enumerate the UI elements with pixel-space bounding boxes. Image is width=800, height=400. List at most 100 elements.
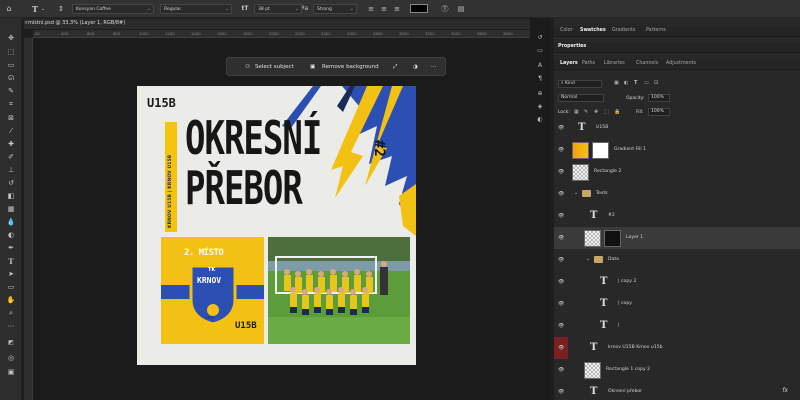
screen-mode-icon[interactable]: ▣ <box>5 368 17 377</box>
text-orientation-icon[interactable]: ↕ <box>56 4 66 14</box>
pen-tool-icon[interactable]: ✒ <box>5 244 17 253</box>
layer-row[interactable]: 👁 Layer 1 <box>554 227 800 250</box>
foreground-background-icon[interactable]: ◩ <box>5 338 17 347</box>
layer-row[interactable]: 👁 Gradient Fill 1 <box>554 139 800 162</box>
layer-filter-select[interactable]: ⌕ Kind <box>558 80 602 88</box>
home-icon[interactable]: ⌂ <box>4 4 14 14</box>
layer-row[interactable]: 👁 ⌄ Data <box>554 249 800 272</box>
hand-tool-icon[interactable]: ✋ <box>5 296 17 305</box>
filter-type-icon[interactable]: T <box>634 80 637 86</box>
clone-stamp-tool-icon[interactable]: ⊥ <box>5 166 17 175</box>
comments-icon[interactable]: ▭ <box>533 47 547 56</box>
eye-icon[interactable]: 👁 <box>558 125 564 131</box>
more-options-icon[interactable]: ⋯ <box>431 63 437 72</box>
anti-alias-select[interactable]: Strong ⌄ <box>313 4 357 14</box>
eye-icon[interactable]: 👁 <box>558 213 564 219</box>
filter-pixel-icon[interactable]: ▣ <box>614 80 619 86</box>
font-family-select[interactable]: Konsyan Coffee ⌄ <box>72 4 154 14</box>
lock-transparency-icon[interactable]: ▦ <box>574 109 579 115</box>
dodge-tool-icon[interactable]: ◐ <box>5 231 17 240</box>
tab-libraries[interactable]: Libraries <box>604 61 625 66</box>
layer-row[interactable]: 👁 Rectangle 2 <box>554 161 800 184</box>
history-icon[interactable]: ↺ <box>533 34 547 43</box>
artboard-tool-icon[interactable]: ⬚ <box>5 48 17 57</box>
opacity-field[interactable]: 100% <box>648 94 670 102</box>
tab-gradients[interactable]: Gradients <box>612 28 635 33</box>
select-subject-icon[interactable]: ⚇ <box>245 63 250 72</box>
select-subject-button[interactable]: Select subject <box>255 63 294 72</box>
zoom-tool-icon[interactable]: ⌕ <box>5 309 17 318</box>
eye-icon[interactable]: 👁 <box>558 279 564 285</box>
group-expand-icon[interactable]: ⌄ <box>574 190 578 196</box>
eye-icon[interactable]: 👁 <box>558 301 564 307</box>
shape-tool-icon[interactable]: ▭ <box>5 283 17 292</box>
character-icon[interactable]: A <box>533 62 547 71</box>
eye-icon[interactable]: 👁 <box>558 345 564 351</box>
font-size-select[interactable]: 38 pt ⌄ <box>254 4 302 14</box>
eyedropper-tool-icon[interactable]: ⁄ <box>5 127 17 136</box>
layer-row[interactable]: 👁 T Okresní přebor fx <box>554 381 800 400</box>
group-expand-icon[interactable]: ⌄ <box>586 256 590 262</box>
eye-icon[interactable]: 👁 <box>558 367 564 373</box>
align-left-icon[interactable]: ≡ <box>366 4 376 14</box>
layer-row[interactable]: 👁 Tkrnov U15B Krnov u15b <box>554 337 800 360</box>
layer-row[interactable]: 👁 T | <box>554 315 800 338</box>
eraser-tool-icon[interactable]: ◧ <box>5 192 17 201</box>
text-color-swatch[interactable] <box>410 4 428 13</box>
warp-text-icon[interactable]: Ⓣ <box>440 4 450 14</box>
eye-icon[interactable]: 👁 <box>558 147 564 153</box>
quick-select-tool-icon[interactable]: ✎ <box>5 87 17 96</box>
history-brush-tool-icon[interactable]: ↺ <box>5 179 17 188</box>
move-tool-icon[interactable]: ✥ <box>5 34 17 43</box>
text-tool-icon[interactable]: T <box>30 4 40 14</box>
tab-adjustments[interactable]: Adjustments <box>666 61 696 66</box>
chevron-down-icon[interactable]: ⌄ <box>40 4 46 14</box>
document-tab[interactable]: × místní.psd @ 33,3% (Layer 1, RGB/8#) <box>24 19 544 29</box>
layer-row[interactable]: 👁 T #2 <box>554 205 800 228</box>
filter-adjustment-icon[interactable]: ◐ <box>624 80 628 86</box>
path-selection-tool-icon[interactable]: ➤ <box>5 270 17 279</box>
glyphs-icon[interactable]: ⊕ <box>533 90 547 99</box>
align-right-icon[interactable]: ≡ <box>392 4 402 14</box>
fx-icon[interactable]: fx <box>782 387 788 394</box>
layer-row[interactable]: 👁 T U15B <box>554 117 800 140</box>
transform-icon[interactable]: ⤢ <box>393 63 397 72</box>
lasso-tool-icon[interactable]: ᘏ <box>5 74 17 83</box>
character-panel-icon[interactable]: ▤ <box>456 4 466 14</box>
paragraph-icon[interactable]: ¶ <box>533 75 547 84</box>
layer-row[interactable]: 👁 Rectangle 1 copy 2 <box>554 359 800 382</box>
filter-shape-icon[interactable]: ▭ <box>644 80 649 86</box>
tab-properties[interactable]: Properties <box>558 44 586 49</box>
lock-pixels-icon[interactable]: ✎ <box>584 109 588 115</box>
tab-swatches[interactable]: Swatches <box>580 28 606 33</box>
eye-icon[interactable]: 👁 <box>558 323 564 329</box>
adjustments-icon[interactable]: ◐ <box>533 116 547 125</box>
remove-background-icon[interactable]: ▣ <box>310 63 315 72</box>
lock-position-icon[interactable]: ✥ <box>594 109 598 115</box>
tab-color[interactable]: Color <box>560 28 573 33</box>
tab-channels[interactable]: Channels <box>636 61 658 66</box>
eye-icon[interactable]: 👁 <box>558 191 564 197</box>
eye-icon[interactable]: 👁 <box>558 169 564 175</box>
more-tools-icon[interactable]: ⋯ <box>5 322 17 331</box>
filter-smart-object-icon[interactable]: ⊡ <box>654 80 658 86</box>
marquee-tool-icon[interactable]: ▭ <box>5 61 17 70</box>
lock-artboard-icon[interactable]: ⬚ <box>604 109 609 115</box>
tab-layers[interactable]: Layers <box>560 61 578 66</box>
healing-brush-tool-icon[interactable]: ✚ <box>5 140 17 149</box>
blend-mode-select[interactable]: Normal <box>558 94 604 102</box>
font-style-select[interactable]: Regular ⌄ <box>160 4 232 14</box>
adjust-icon[interactable]: ◑ <box>413 63 418 72</box>
layer-row[interactable]: 👁 T | copy <box>554 293 800 316</box>
frame-tool-icon[interactable]: ⊠ <box>5 114 17 123</box>
gradient-tool-icon[interactable]: ▦ <box>5 205 17 214</box>
brush-tool-icon[interactable]: ✐ <box>5 153 17 162</box>
tab-paths[interactable]: Paths <box>582 61 595 66</box>
align-center-icon[interactable]: ≡ <box>379 4 389 14</box>
fill-field[interactable]: 100% <box>648 108 670 116</box>
type-tool-icon[interactable]: T <box>5 257 17 266</box>
poster-artboard[interactable]: U15B KRNOV U15B | KRNOV U15B OKRESNÍ PŘE… <box>137 86 416 365</box>
eye-icon[interactable]: 👁 <box>558 257 564 263</box>
remove-background-button[interactable]: Remove background <box>322 63 379 72</box>
blur-tool-icon[interactable]: 💧 <box>5 218 17 227</box>
